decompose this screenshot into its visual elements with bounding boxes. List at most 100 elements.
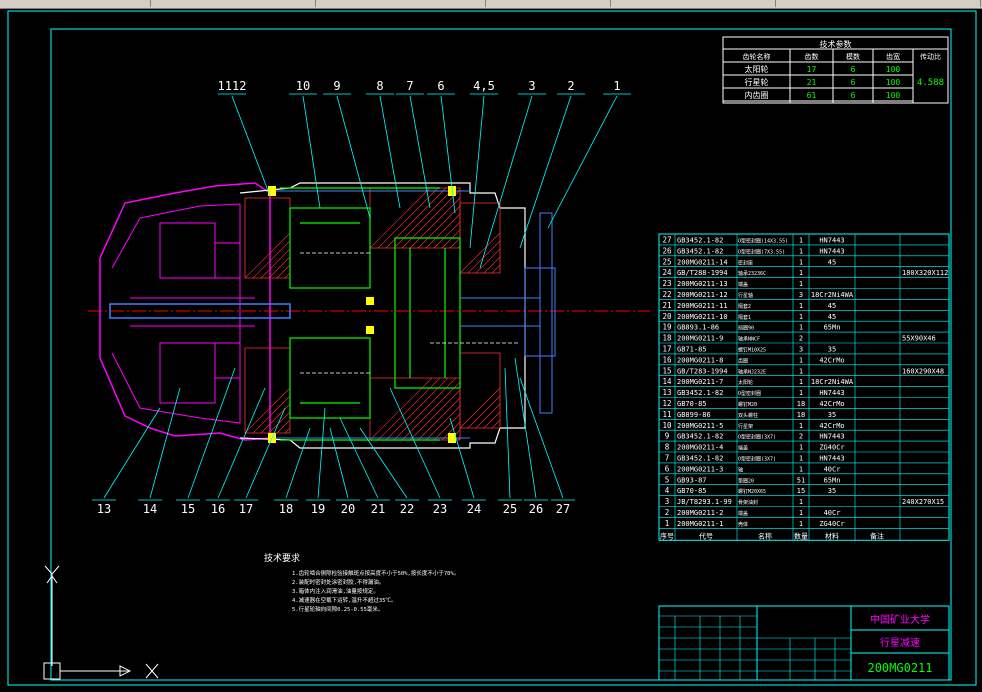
bom-header: 材料 bbox=[825, 531, 839, 540]
bom-no: 18 bbox=[662, 334, 672, 343]
tech-header: 齿宽 bbox=[886, 52, 900, 61]
bom-no: 7 bbox=[665, 454, 670, 463]
bom-no: 26 bbox=[662, 246, 672, 255]
tab-4[interactable] bbox=[490, 0, 611, 7]
bom-qty: 1 bbox=[799, 498, 803, 506]
balloon-bottom: 22 bbox=[400, 502, 414, 516]
bom-qty: 18 bbox=[797, 411, 805, 419]
balloon-bottom: 24 bbox=[467, 502, 481, 516]
bom-no: 21 bbox=[662, 301, 671, 310]
bom-qty: 1 bbox=[799, 280, 803, 288]
bom-code: 200MG0211-14 bbox=[677, 258, 728, 266]
tab-1[interactable] bbox=[0, 0, 151, 7]
bom-name: 骨架油封 bbox=[738, 499, 758, 506]
title-block: 中国矿业大学行星减速 200MG0211 bbox=[658, 605, 950, 681]
balloon-bottom: 20 bbox=[341, 502, 355, 516]
bom-name: 螺钉M10X25 bbox=[738, 347, 766, 354]
balloon-bottom: 16 bbox=[211, 502, 225, 516]
balloon-top: 7 bbox=[406, 79, 413, 93]
tech-header: 模数 bbox=[846, 52, 860, 61]
bom-material: HN7443 bbox=[819, 237, 844, 245]
bom-material: HN7443 bbox=[819, 247, 844, 255]
tab-3[interactable] bbox=[320, 0, 486, 7]
tab-6[interactable] bbox=[780, 0, 981, 7]
balloon-bottom: 19 bbox=[311, 502, 325, 516]
bom-no: 6 bbox=[665, 464, 670, 473]
tech-header: 齿轮名称 bbox=[743, 52, 771, 61]
bom-name: O型密封圈(3X7) bbox=[738, 434, 776, 441]
bom-material: 18Cr2Ni4WA bbox=[811, 378, 854, 386]
bom-code: GB93-87 bbox=[677, 476, 707, 484]
bom-qty: 1 bbox=[799, 520, 803, 528]
tech-cell: 100 bbox=[886, 91, 901, 100]
assembly-section-view bbox=[88, 182, 650, 449]
bom-name: 轴承NNCF bbox=[738, 336, 760, 343]
bom-qty: 3 bbox=[799, 291, 803, 299]
notes-heading: 技术要求 bbox=[264, 552, 300, 564]
bom-name: 轴承NJ232E bbox=[738, 368, 766, 375]
bom-no: 24 bbox=[662, 268, 672, 277]
bom-qty: 51 bbox=[797, 476, 805, 484]
bom-name: 行星架 bbox=[738, 423, 753, 430]
balloon-bottom: 14 bbox=[143, 502, 157, 516]
bom-name: 齿圈 bbox=[738, 358, 748, 364]
bom-material: HN7443 bbox=[819, 455, 844, 463]
tech-table-title: 技术参数 bbox=[820, 39, 852, 49]
bom-qty: 1 bbox=[799, 422, 803, 430]
bom-no: 15 bbox=[662, 366, 671, 375]
bom-material: HN7443 bbox=[819, 433, 844, 441]
bom-name: 隔套2 bbox=[738, 303, 751, 310]
bom-header: 序号 bbox=[660, 531, 674, 540]
notes-line: 1.齿轮啮合侧隙检验接触斑点按高度不小于50%,按长度不小于70%。 bbox=[292, 569, 459, 577]
bom-qty: 1 bbox=[799, 313, 803, 321]
bom-material: ZG40Cr bbox=[819, 520, 844, 528]
bom-material: 45 bbox=[828, 258, 836, 266]
bom-code: 200MG0211-3 bbox=[677, 465, 723, 473]
balloon-top: 1112 bbox=[218, 79, 247, 93]
bom-name: 挡圈90 bbox=[738, 325, 754, 332]
bom-name: 端盖 bbox=[738, 281, 748, 288]
bom-qty: 1 bbox=[799, 247, 803, 255]
bom-header: 名称 bbox=[758, 531, 772, 540]
bom-no: 23 bbox=[662, 279, 671, 288]
bom-no: 17 bbox=[662, 345, 671, 354]
bom-qty: 3 bbox=[799, 346, 803, 354]
bom-material: 35 bbox=[828, 487, 836, 495]
bom-remark: 55X90X46 bbox=[902, 335, 936, 343]
bom-material: HN7443 bbox=[819, 389, 844, 397]
bom-qty: 1 bbox=[799, 465, 803, 473]
bom-qty: 1 bbox=[799, 324, 803, 332]
bom-material: 42CrMo bbox=[819, 356, 844, 364]
bom-code: GB3452.1-82 bbox=[677, 433, 723, 441]
bom-no: 27 bbox=[662, 236, 671, 245]
bom-name: 端盖 bbox=[738, 445, 748, 452]
tech-cell: 17 bbox=[807, 65, 817, 74]
tech-cell: 100 bbox=[886, 78, 901, 87]
bom-code: GB70-85 bbox=[677, 400, 707, 408]
balloon-bottom: 21 bbox=[371, 502, 385, 516]
bom-code: GB3452.1-82 bbox=[677, 389, 723, 397]
bom-no: 11 bbox=[662, 410, 671, 419]
notes-line: 3.箱体内注入润滑油,油量按规定。 bbox=[292, 587, 379, 595]
tab-5[interactable] bbox=[615, 0, 776, 7]
bom-code: 200MG0211-10 bbox=[677, 313, 728, 321]
bom-qty: 1 bbox=[799, 258, 803, 266]
bom-code: 200MG0211-4 bbox=[677, 444, 723, 452]
bom-name: 壳体 bbox=[738, 521, 748, 528]
bom-no: 19 bbox=[662, 323, 671, 332]
tab-2[interactable] bbox=[155, 0, 316, 7]
tech-cell: 6 bbox=[851, 91, 856, 100]
tech-cell: 内齿圈 bbox=[745, 90, 769, 100]
cad-drawing-canvas[interactable]: 技术参数齿轮名称 齿数 模数 齿宽 传动比太阳轮 17 6 100行星轮 21 6 100内齿圈 61… bbox=[0, 8, 982, 692]
bom-material: 42CrMo bbox=[819, 422, 844, 430]
bom-remark: 160X290X48 bbox=[902, 367, 944, 375]
bom-material: 65Mn bbox=[824, 476, 841, 484]
bom-name: O型密封圈 bbox=[738, 390, 761, 397]
bom-name: 垫圈20 bbox=[738, 477, 754, 484]
tech-parameter-table: 技术参数齿轮名称 齿数 模数 齿宽 传动比太阳轮 17 6 100行星轮 21 6 100内齿圈 61… bbox=[722, 36, 949, 104]
balloon-top: 6 bbox=[437, 79, 444, 93]
notes-line: 5.行星轮轴向间隙0.25-0.55毫米。 bbox=[292, 605, 383, 613]
drawing-number: 200MG0211 bbox=[867, 661, 932, 675]
drawing-name: 行星减速 bbox=[880, 636, 920, 649]
bom-qty: 1 bbox=[799, 444, 803, 452]
